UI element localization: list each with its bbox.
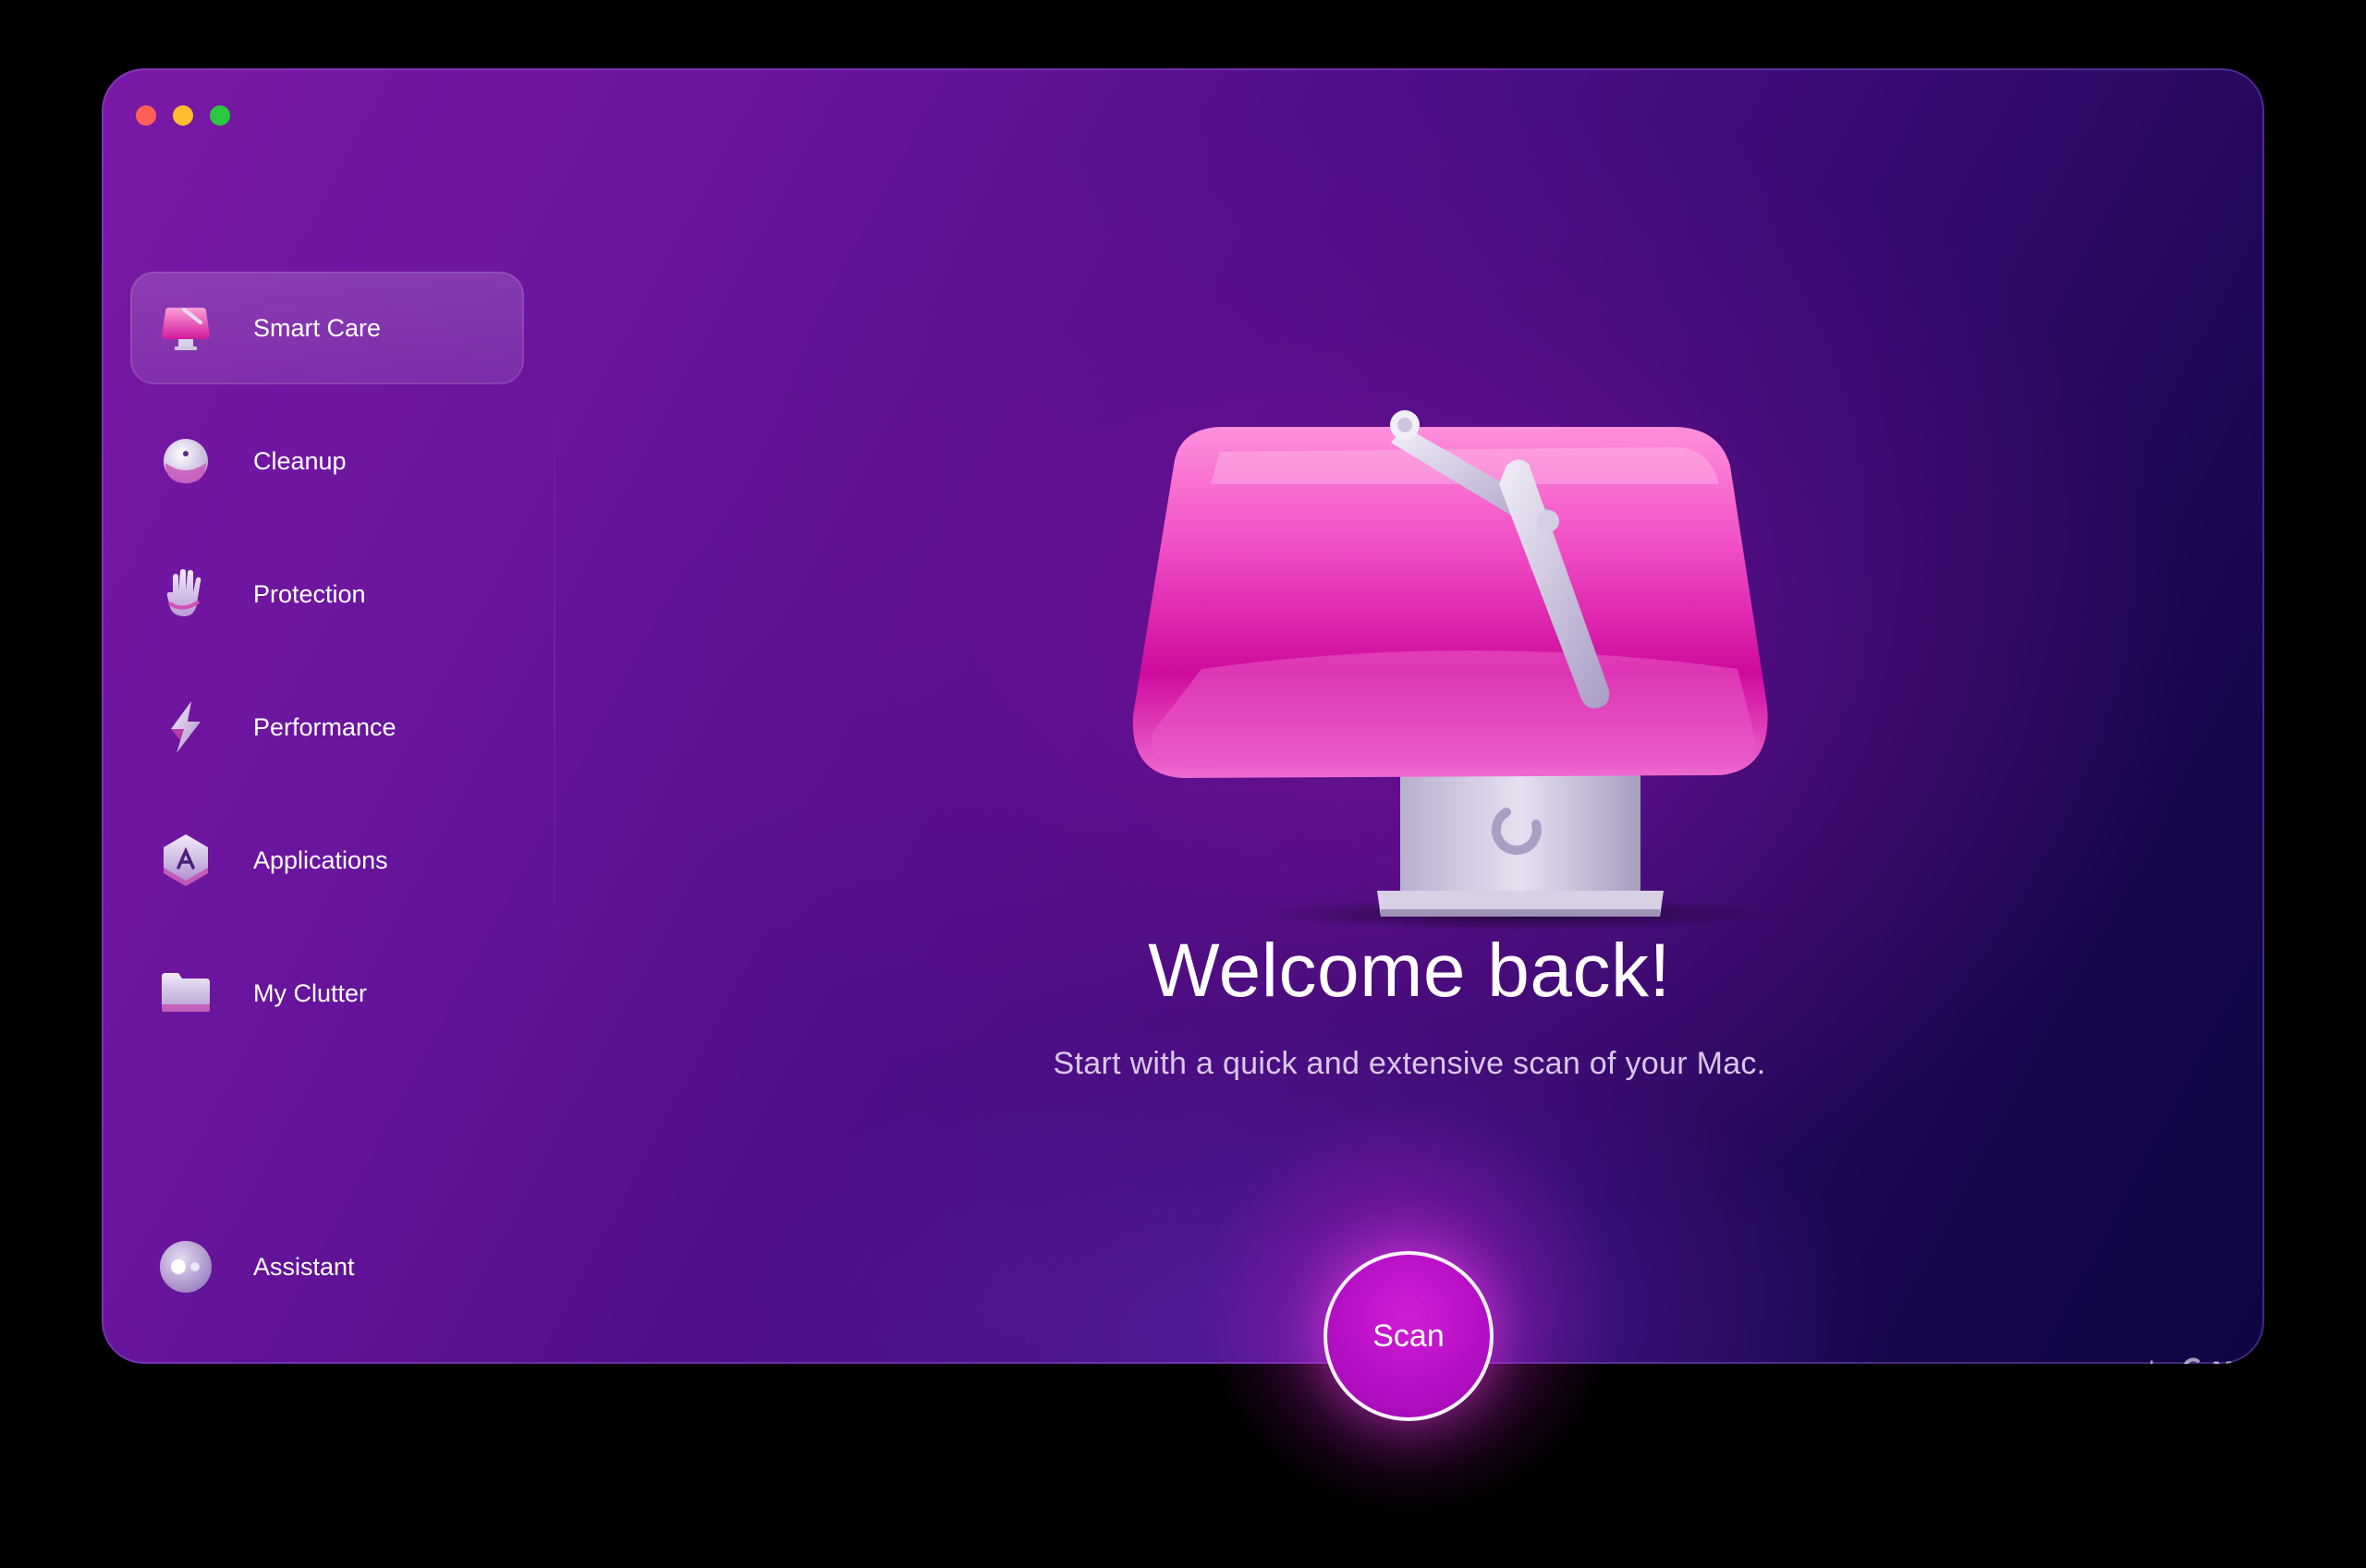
smart-care-icon	[156, 298, 215, 358]
protection-icon	[156, 565, 215, 624]
sidebar-item-cleanup[interactable]: Cleanup	[130, 405, 524, 517]
sidebar-item-performance[interactable]: Performance	[130, 671, 524, 784]
sidebar-item-label: My Clutter	[253, 978, 368, 1007]
applications-icon	[156, 831, 215, 890]
brand-prefix: by	[2149, 1356, 2176, 1364]
sidebar-item-label: Smart Care	[253, 313, 382, 342]
page-subtitle: Start with a quick and extensive scan of…	[1053, 1046, 1766, 1081]
sidebar-item-label: Performance	[253, 712, 396, 741]
app-window: Smart Care Cleanup Protection Performanc…	[102, 68, 2264, 1364]
page-title: Welcome back!	[1148, 929, 1671, 1013]
sidebar-item-assistant[interactable]: Assistant	[130, 1210, 524, 1323]
sidebar-item-smart-care[interactable]: Smart Care	[130, 272, 524, 384]
sidebar: Smart Care Cleanup Protection Performanc…	[102, 68, 555, 1364]
scan-button[interactable]: Scan	[1323, 1251, 1494, 1421]
brand-name: MacPaw	[2213, 1356, 2264, 1364]
my-clutter-icon	[156, 964, 215, 1023]
brand-label: by MacPaw	[2149, 1356, 2264, 1364]
performance-icon	[156, 698, 215, 757]
sidebar-item-label: Cleanup	[253, 446, 347, 475]
imac-wiper-icon	[1072, 336, 1774, 946]
sidebar-item-label: Protection	[253, 579, 366, 608]
macpaw-logo-icon	[2183, 1356, 2205, 1364]
sidebar-item-label: Applications	[253, 845, 388, 874]
sidebar-divider	[554, 336, 555, 1002]
sidebar-item-applications[interactable]: Applications	[130, 804, 524, 917]
sidebar-item-my-clutter[interactable]: My Clutter	[130, 937, 524, 1050]
sidebar-item-label: Assistant	[253, 1252, 355, 1281]
cleanup-icon	[156, 432, 215, 491]
assistant-icon	[156, 1237, 215, 1296]
sidebar-item-protection[interactable]: Protection	[130, 538, 524, 650]
